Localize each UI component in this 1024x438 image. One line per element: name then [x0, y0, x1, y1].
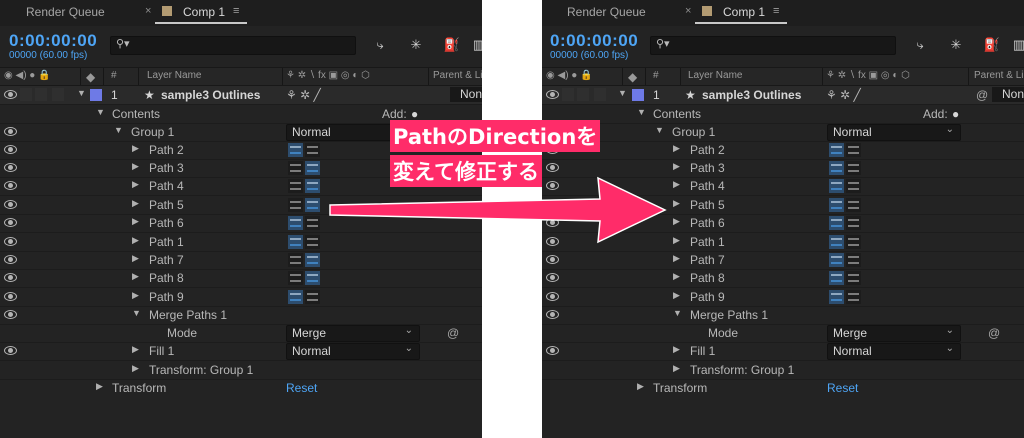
- annotation-arrow: [329, 176, 667, 244]
- annotation-label-line2: 変えて修正する: [390, 155, 542, 187]
- annotation-label-line1: PathのDirectionを: [390, 120, 601, 152]
